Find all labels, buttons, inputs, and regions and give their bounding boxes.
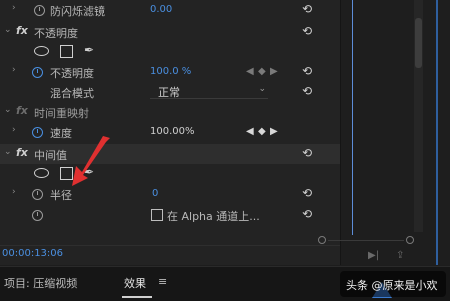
playhead[interactable]	[352, 0, 353, 235]
zoom-handle-right[interactable]	[406, 236, 414, 244]
anti-flicker-value[interactable]: 0.00	[150, 4, 172, 15]
time-remap-label: 时间重映射	[34, 107, 89, 120]
watermark: 头条 @原来是小欢	[340, 271, 446, 297]
stopwatch-icon[interactable]	[32, 127, 43, 138]
anti-flicker-label: 防闪烁滤镜	[50, 5, 105, 18]
chevron-down-icon[interactable]: ⌄	[4, 105, 12, 115]
blend-mode-label: 混合模式	[50, 87, 94, 100]
blend-mode-row: 混合模式 正常 ⌄ ⟲	[0, 82, 340, 102]
chevron-right-icon[interactable]: ›	[12, 187, 16, 197]
panel-focus-border	[436, 0, 438, 265]
fx-icon[interactable]: fx	[16, 104, 28, 117]
reset-icon[interactable]: ⟲	[302, 186, 312, 200]
panel-menu-icon[interactable]: ≡	[158, 275, 167, 288]
next-keyframe-icon[interactable]: ▶	[270, 126, 278, 137]
fx-icon[interactable]: fx	[16, 146, 28, 159]
add-keyframe-icon[interactable]: ◆	[258, 66, 266, 77]
speed-label: 速度	[50, 127, 72, 140]
active-tab-indicator	[122, 296, 152, 298]
median-mask-tools: ✒	[0, 163, 340, 183]
stopwatch-icon[interactable]	[32, 210, 43, 221]
tab-project[interactable]: 项目: 压缩视频	[4, 275, 77, 291]
chevron-right-icon[interactable]: ›	[12, 125, 16, 135]
median-effect-label: 中间值	[34, 149, 67, 162]
stopwatch-icon[interactable]	[32, 189, 43, 200]
opacity-row: › 不透明度 100.0 % ◀ ◆ ▶ ⟲	[0, 62, 340, 82]
ellipse-mask-icon[interactable]	[34, 168, 49, 178]
play-only-icon[interactable]: ▶|	[368, 250, 379, 261]
rectangle-mask-icon[interactable]	[60, 45, 73, 58]
alpha-channel-checkbox[interactable]	[151, 209, 163, 221]
effect-controls-panel: › 防闪烁滤镜 0.00 ⟲ ⌄ fx 不透明度 ⟲ ✒ › 不透明度 100.…	[0, 0, 340, 265]
export-icon[interactable]: ⇪	[396, 250, 404, 261]
current-timecode[interactable]: 00:00:13:06	[2, 248, 63, 259]
scrollbar-thumb[interactable]	[415, 18, 422, 68]
watermark-text: 头条 @原来是小欢	[346, 279, 438, 292]
red-arrow-annotation	[72, 136, 110, 186]
speed-row: › 速度 100.00% ◀ ◆ ▶	[0, 122, 340, 142]
radius-row: › 半径 0 ⟲	[0, 184, 340, 204]
reset-icon[interactable]: ⟲	[302, 84, 312, 98]
opacity-effect-label: 不透明度	[34, 27, 78, 40]
reset-icon[interactable]: ⟲	[302, 64, 312, 78]
opacity-label: 不透明度	[50, 67, 94, 80]
reset-icon[interactable]: ⟲	[302, 24, 312, 38]
alpha-channel-row: 在 Alpha 通道上... ⟲	[0, 205, 340, 225]
opacity-mask-tools: ✒	[0, 41, 340, 61]
add-keyframe-icon[interactable]: ◆	[258, 126, 266, 137]
chevron-right-icon[interactable]: ›	[12, 3, 16, 13]
prev-keyframe-icon[interactable]: ◀	[246, 126, 254, 137]
chevron-right-icon[interactable]: ›	[12, 65, 16, 75]
zoom-track	[328, 240, 404, 241]
chevron-down-icon[interactable]: ⌄	[4, 147, 12, 157]
reset-icon[interactable]: ⟲	[302, 207, 312, 221]
radius-label: 半径	[50, 189, 72, 202]
chevron-down-icon: ⌄	[258, 84, 266, 94]
zoom-handle-left[interactable]	[318, 236, 326, 244]
median-effect-header[interactable]: ⌄ fx 中间值 ⟲	[0, 144, 340, 164]
time-remap-header[interactable]: ⌄ fx 时间重映射	[0, 102, 340, 122]
reset-icon[interactable]: ⟲	[302, 146, 312, 160]
radius-value[interactable]: 0	[152, 188, 158, 199]
tab-effects[interactable]: 效果	[124, 275, 146, 291]
blend-mode-select[interactable]: 正常 ⌄	[150, 84, 268, 99]
timecode-bar: 00:00:13:06	[0, 245, 340, 264]
blend-mode-value: 正常	[158, 86, 180, 99]
reset-icon[interactable]: ⟲	[302, 2, 312, 16]
opacity-value[interactable]: 100.0 %	[150, 66, 191, 77]
prev-keyframe-icon[interactable]: ◀	[246, 66, 254, 77]
alpha-channel-label: 在 Alpha 通道上...	[167, 210, 260, 223]
stopwatch-icon[interactable]	[32, 67, 43, 78]
zoom-scrollbar[interactable]	[318, 236, 414, 244]
pen-icon[interactable]: ✒	[84, 43, 94, 57]
chevron-down-icon[interactable]: ⌄	[4, 25, 12, 35]
fx-icon[interactable]: fx	[16, 24, 28, 37]
speed-value[interactable]: 100.00%	[150, 126, 195, 137]
timeline-area[interactable]	[340, 0, 450, 265]
anti-flicker-row: › 防闪烁滤镜 0.00 ⟲	[0, 0, 340, 20]
ellipse-mask-icon[interactable]	[34, 46, 49, 56]
stopwatch-icon[interactable]	[34, 5, 45, 16]
opacity-effect-header[interactable]: ⌄ fx 不透明度 ⟲	[0, 22, 340, 42]
next-keyframe-icon[interactable]: ▶	[270, 66, 278, 77]
